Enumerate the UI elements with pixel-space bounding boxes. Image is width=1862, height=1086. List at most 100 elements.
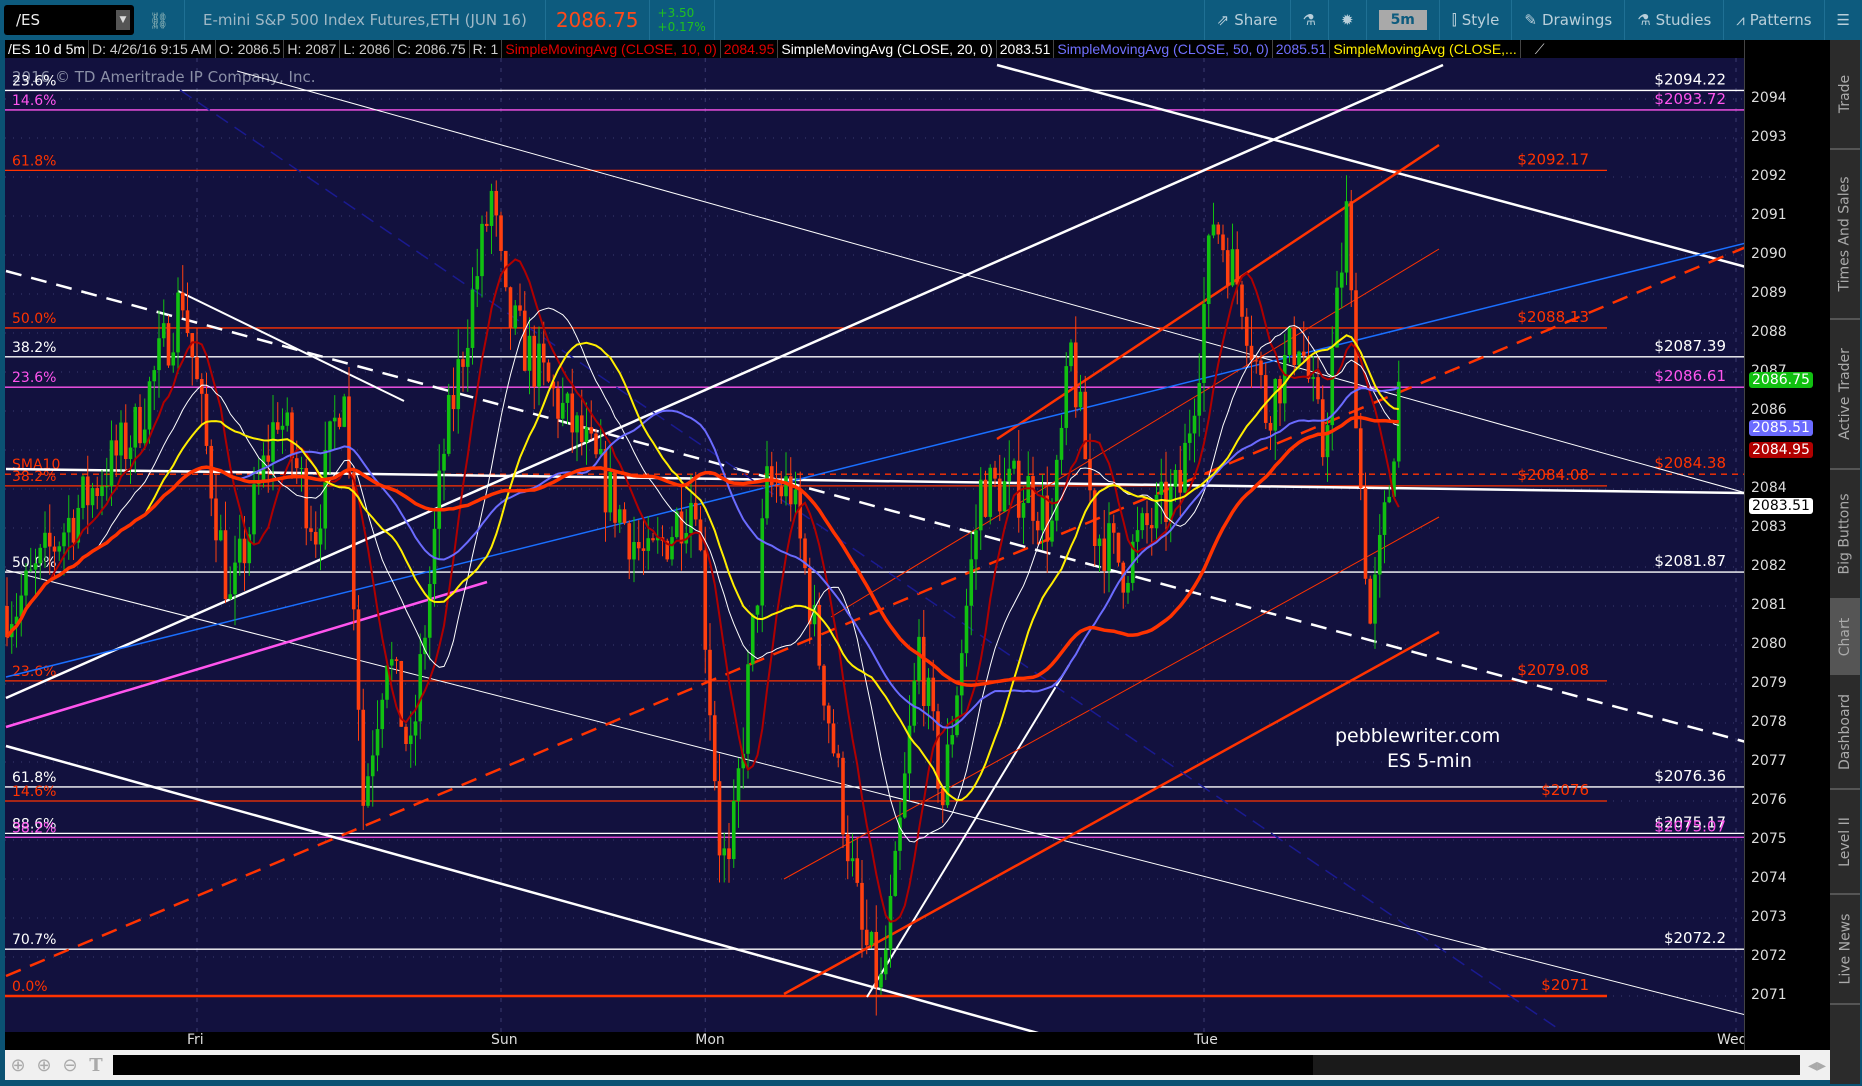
candle-body xyxy=(1225,250,1230,286)
candle-body xyxy=(1064,366,1069,428)
net-change: +3.50 +0.17% xyxy=(650,6,714,34)
timeframe-button[interactable]: 5m xyxy=(1365,0,1439,40)
study-sma20[interactable]: SimpleMovingAvg (CLOSE, 20, 0) xyxy=(778,40,997,58)
fib-left-label: 14.6% xyxy=(12,93,56,109)
candle-body xyxy=(171,352,176,366)
sidebar-tab-big-buttons[interactable]: Big Buttons xyxy=(1830,470,1860,600)
sidebar-tab-live-news[interactable]: Live News xyxy=(1830,895,1860,1005)
candle-body xyxy=(1354,290,1358,429)
chevron-down-icon[interactable]: ▼ xyxy=(116,10,130,30)
price-chart[interactable]: 2016 © TD Ameritrade IP Company, Inc. 23… xyxy=(5,58,1744,1032)
zoom-in-icon[interactable]: ⊕ xyxy=(31,1055,57,1076)
candle-body xyxy=(356,609,361,710)
study-sma10[interactable]: SimpleMovingAvg (CLOSE, 10, 0) xyxy=(502,40,721,58)
candle-body xyxy=(636,542,641,549)
price-axis[interactable]: 2094209320922091209020892088208720862085… xyxy=(1744,40,1830,1050)
candle-body xyxy=(1183,442,1187,493)
candle-body xyxy=(1301,351,1306,356)
candle-body xyxy=(275,422,280,430)
candle-body xyxy=(1145,513,1149,526)
candle-body xyxy=(646,538,651,551)
patterns-button[interactable]: ⩘ Patterns xyxy=(1723,0,1823,40)
candle-body xyxy=(765,466,769,519)
candle-body xyxy=(983,479,988,517)
style-button[interactable]: ⫿ Style xyxy=(1438,0,1512,40)
zoom-out-icon[interactable]: ⊖ xyxy=(57,1055,83,1076)
candle-body xyxy=(997,478,1002,512)
candle-body xyxy=(617,509,622,523)
bar-low: L: 2086 xyxy=(340,40,395,58)
annotation-text[interactable]: pebblewriter.com xyxy=(1335,725,1500,747)
candle-body xyxy=(584,427,589,443)
crosshair-icon[interactable]: ⊕ xyxy=(5,1055,31,1076)
share-button[interactable]: ⇗ Share xyxy=(1203,0,1290,40)
candle-body xyxy=(1206,235,1211,305)
menu-button[interactable]: ☰ xyxy=(1823,0,1862,40)
candle-body xyxy=(228,594,233,600)
candle-body xyxy=(613,471,617,523)
style-label: Style xyxy=(1461,11,1500,29)
candle-body xyxy=(703,550,708,650)
drawings-button[interactable]: ✎ Drawings xyxy=(1511,0,1624,40)
candle-body xyxy=(166,323,171,366)
symbol-text: /ES xyxy=(16,11,41,29)
candle-body xyxy=(33,563,38,570)
share-label: Share xyxy=(1234,11,1278,29)
candle-body xyxy=(831,723,836,754)
sidebar-tab-chart[interactable]: Chart xyxy=(1830,600,1860,675)
text-tool-icon[interactable]: T xyxy=(83,1055,109,1076)
sidebar-tab-level-ii[interactable]: Level II xyxy=(1830,790,1860,895)
price-tick: 2075 xyxy=(1751,831,1787,847)
flask-button[interactable]: ⚗ xyxy=(1289,0,1328,40)
annotation-text[interactable]: ES 5-min xyxy=(1387,750,1472,772)
link-icon[interactable]: ⛓ xyxy=(134,11,184,30)
candle-body xyxy=(1012,460,1016,469)
candle-body xyxy=(1031,476,1035,521)
price-tick: 2091 xyxy=(1751,207,1787,223)
candle-body xyxy=(760,518,765,606)
settings-button[interactable]: ✹ xyxy=(1327,0,1366,40)
candle-body xyxy=(902,773,907,818)
symbol-selector[interactable]: /ES ▼ xyxy=(4,5,134,35)
horizontal-scrollbar[interactable] xyxy=(113,1055,1800,1075)
sidebar-tab-active-trader[interactable]: Active Trader xyxy=(1830,320,1860,470)
candle-body xyxy=(978,479,983,531)
candle-body xyxy=(1287,327,1292,355)
sidebar-tab-label: Active Trader xyxy=(1837,348,1853,440)
sidebar-tab-label: Chart xyxy=(1837,617,1854,656)
candle-body xyxy=(964,605,969,654)
candle-body xyxy=(375,729,380,756)
bar-high: H: 2087 xyxy=(284,40,341,58)
candle-body xyxy=(950,735,955,745)
scrollbar-thumb[interactable] xyxy=(1313,1055,1800,1075)
last-price: 2086.75 xyxy=(555,8,639,32)
scroll-handle-icon[interactable]: ◂▸ xyxy=(1804,1055,1830,1076)
candle-body xyxy=(1235,249,1240,285)
price-tick: 2072 xyxy=(1751,948,1787,964)
candle-body xyxy=(1126,582,1130,593)
sidebar-tab-trade[interactable]: Trade xyxy=(1830,40,1860,150)
candle-body xyxy=(81,476,85,508)
candle-body xyxy=(1211,224,1216,236)
candle-body xyxy=(484,223,489,226)
candle-body xyxy=(1216,224,1221,235)
candle-body xyxy=(451,395,456,410)
candle-body xyxy=(1069,342,1073,367)
candle-body xyxy=(755,605,760,615)
candle-body xyxy=(299,468,304,470)
candle-body xyxy=(313,531,318,545)
pencil-icon: ✎ xyxy=(1524,11,1537,29)
sidebar-tab-times-and-sales[interactable]: Times And Sales xyxy=(1830,150,1860,320)
collapse-studies-icon[interactable]: ⟋ xyxy=(1521,40,1548,58)
study-sma50-value: 2085.51 xyxy=(1273,40,1331,58)
sidebar-tab-label: Times And Sales xyxy=(1837,176,1853,292)
studies-button[interactable]: ⚗ Studies xyxy=(1624,0,1723,40)
study-sma-yellow[interactable]: SimpleMovingAvg (CLOSE,... xyxy=(1330,40,1521,58)
candle-body xyxy=(1339,272,1344,288)
study-sma50[interactable]: SimpleMovingAvg (CLOSE, 50, 0) xyxy=(1054,40,1273,58)
candle-body xyxy=(1292,327,1297,366)
candle-body xyxy=(670,537,674,560)
candle-body xyxy=(456,359,461,410)
sidebar-tab-dashboard[interactable]: Dashboard xyxy=(1830,675,1860,790)
sidebar-tab-label: Big Buttons xyxy=(1837,493,1853,575)
